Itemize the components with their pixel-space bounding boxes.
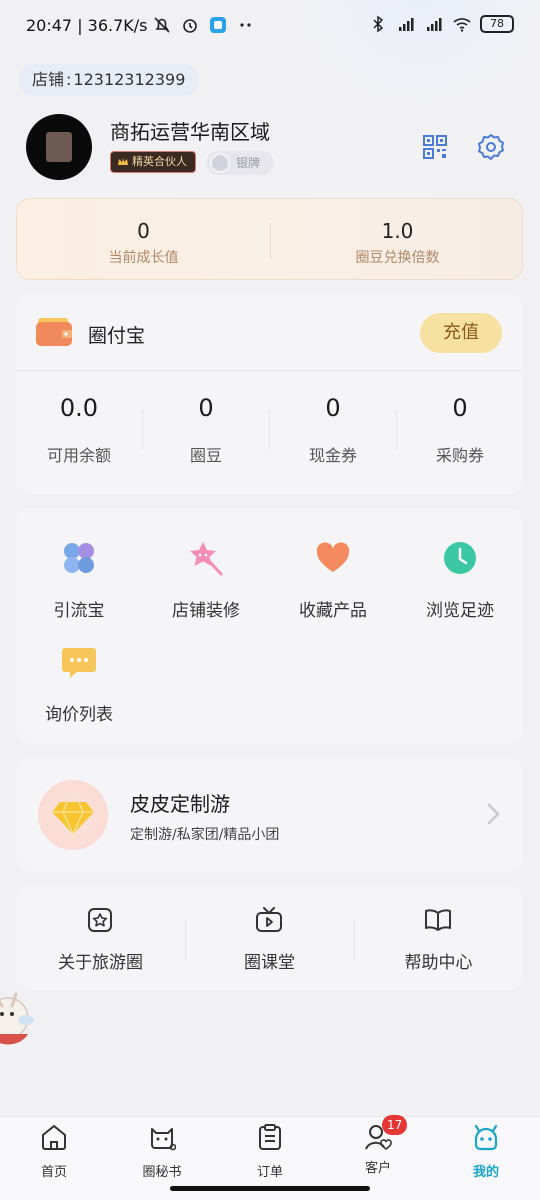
classroom-link[interactable]: 圈课堂 — [185, 886, 354, 990]
signal-icon — [427, 18, 442, 31]
beans-stat[interactable]: 0 圈豆 — [143, 394, 269, 466]
open-book-icon — [425, 909, 451, 931]
clock-icon — [444, 542, 476, 574]
tab-mine[interactable]: 我的 — [446, 1123, 526, 1180]
customer-badge: 17 — [382, 1115, 408, 1135]
tab-secretary[interactable]: 圈秘书 — [122, 1123, 202, 1180]
status-icons-left — [152, 15, 256, 35]
wallet-icon — [36, 318, 72, 346]
bluetooth-icon — [373, 15, 384, 33]
growth-label: 当前成长值 — [108, 250, 179, 266]
promo-icon-bg — [38, 780, 108, 850]
battery-icon: 78 — [480, 15, 514, 33]
cash-coupon-value: 0 — [325, 394, 341, 422]
tab-home[interactable]: 首页 — [14, 1123, 94, 1180]
purchase-coupon-label: 采购券 — [435, 446, 484, 465]
wallet-title: 圈付宝 — [88, 325, 146, 347]
func-traffic[interactable]: 引流宝 — [16, 540, 142, 621]
exchange-rate-label: 圈豆兑换倍数 — [355, 250, 440, 266]
beans-value: 0 — [198, 394, 214, 422]
signal-icon — [399, 18, 414, 31]
wifi-icon — [453, 18, 471, 32]
cash-coupon-stat[interactable]: 0 现金券 — [270, 394, 396, 466]
mute-icon — [154, 17, 170, 33]
diamond-icon — [52, 801, 94, 836]
home-indicator[interactable] — [170, 1186, 370, 1191]
exchange-rate-value: 1.0 — [381, 219, 414, 243]
status-time: 20:47 | 36.7K/s — [26, 16, 148, 35]
heart-icon — [316, 542, 350, 572]
divider — [16, 370, 523, 371]
clipboard-icon — [259, 1124, 281, 1150]
func-history[interactable]: 浏览足迹 — [397, 540, 523, 621]
balance-stat[interactable]: 0.0 可用余额 — [16, 394, 142, 466]
balance-value: 0.0 — [59, 394, 99, 422]
chat-bubble-icon — [62, 648, 96, 678]
star-badge-icon — [88, 908, 112, 932]
silver-medal-icon — [210, 153, 230, 173]
more-icon — [240, 23, 251, 27]
mascot-face-icon — [474, 1124, 498, 1151]
cat-assistant-icon — [151, 1128, 177, 1151]
alarm-icon — [183, 19, 197, 33]
home-icon — [42, 1125, 66, 1150]
tv-play-icon — [256, 907, 282, 932]
chevron-right-icon — [487, 803, 500, 825]
status-bar: 20:47 | 36.7K/s 78 — [0, 0, 540, 56]
func-inquiry[interactable]: 询价列表 — [16, 644, 142, 725]
partner-badge: 精英合伙人 — [110, 151, 196, 173]
star-wand-icon — [190, 542, 223, 576]
cash-coupon-label: 现金券 — [308, 446, 357, 465]
about-link[interactable]: 关于旅游圈 — [16, 886, 185, 990]
avatar[interactable] — [26, 114, 92, 180]
function-grid: 引流宝 店铺装修 收藏产品 浏览足迹 询价列表 — [16, 508, 523, 744]
shop-id: 12312312399 — [73, 70, 186, 89]
recharge-button[interactable]: 充值 — [420, 313, 502, 353]
custom-tour-card[interactable]: 皮皮定制游 定制游/私家团/精品小团 — [16, 758, 523, 872]
floating-mascot-icon[interactable] — [0, 984, 36, 1054]
balance-label: 可用余额 — [46, 446, 111, 465]
status-icons-right: 78 — [368, 14, 514, 34]
exchange-rate-item[interactable]: 1.0 圈豆兑换倍数 — [271, 199, 524, 281]
crown-icon — [118, 158, 128, 165]
wallet-card: 圈付宝 充值 0.0 可用余额 0 圈豆 0 现金券 0 采购券 — [16, 294, 523, 494]
level-badge: 银牌 — [206, 151, 274, 175]
tab-orders[interactable]: 订单 — [230, 1123, 310, 1180]
beans-label: 圈豆 — [189, 446, 222, 465]
tab-customers[interactable]: 17 客户 — [338, 1115, 418, 1176]
func-favorites[interactable]: 收藏产品 — [270, 540, 396, 621]
clover-icon — [64, 543, 94, 573]
app-icon — [210, 17, 226, 33]
shop-label: 店铺 — [32, 70, 65, 89]
func-decoration[interactable]: 店铺装修 — [143, 540, 269, 621]
settings-gear-icon[interactable] — [476, 132, 506, 162]
qr-code-icon[interactable] — [422, 134, 448, 160]
purchase-coupon-value: 0 — [452, 394, 468, 422]
growth-value: 0 — [137, 219, 150, 243]
info-links-card: 关于旅游圈 圈课堂 帮助中心 — [16, 886, 523, 990]
growth-value-item[interactable]: 0 当前成长值 — [17, 199, 270, 281]
profile-name: 商拓运营华南区域 — [110, 120, 270, 144]
help-center-link[interactable]: 帮助中心 — [354, 886, 523, 990]
purchase-coupon-stat[interactable]: 0 采购券 — [397, 394, 523, 466]
promo-subtitle: 定制游/私家团/精品小团 — [130, 827, 280, 843]
growth-card: 0 当前成长值 1.0 圈豆兑换倍数 — [16, 198, 523, 280]
shop-id-pill: 店铺:12312312399 — [18, 64, 200, 96]
promo-title: 皮皮定制游 — [130, 792, 230, 816]
